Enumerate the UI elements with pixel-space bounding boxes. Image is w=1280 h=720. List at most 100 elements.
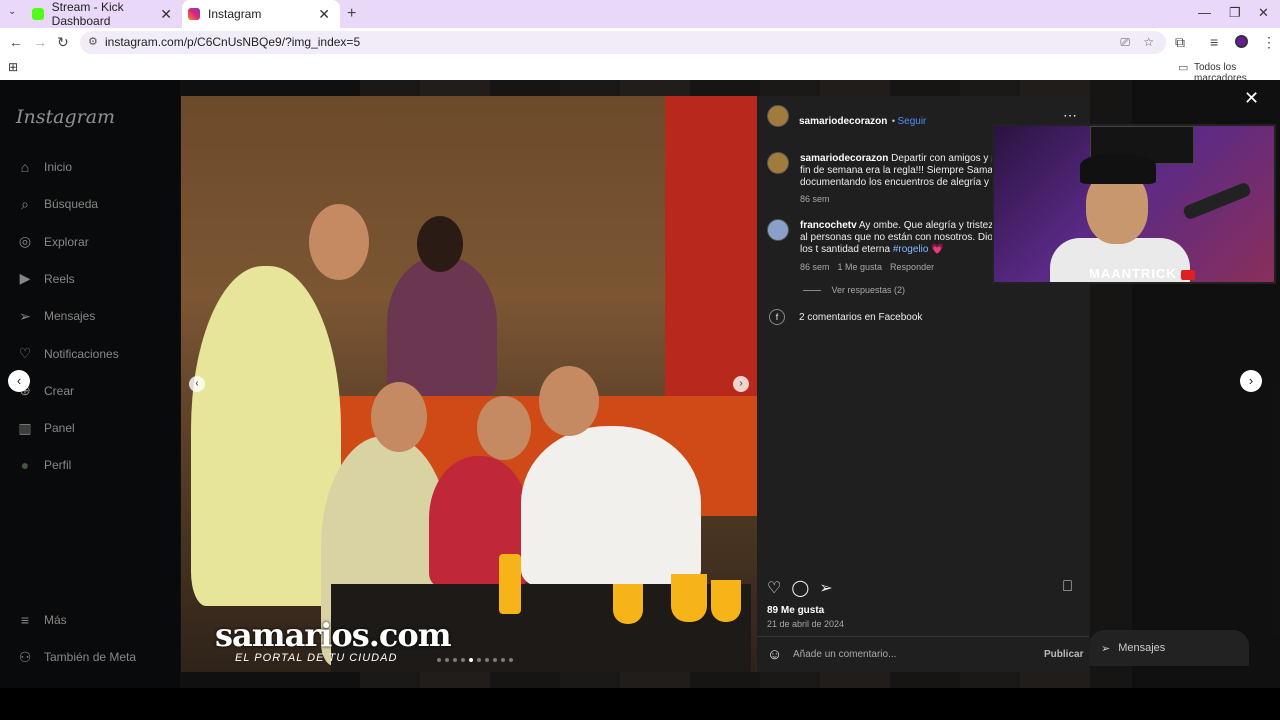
comment-likes[interactable]: 1 Me gusta: [838, 262, 883, 272]
restore-icon[interactable]: ❐: [1229, 5, 1241, 21]
more-options-icon[interactable]: ⋯: [1063, 107, 1077, 124]
bottom-black-strip: [0, 688, 1280, 720]
caption-author-avatar[interactable]: [767, 152, 789, 174]
youtube-icon: [1180, 269, 1195, 280]
juice-glass-shape: [613, 584, 643, 624]
carousel-dot: [461, 658, 465, 662]
send-icon: ➢: [1101, 642, 1111, 655]
share-send-icon[interactable]: ➢: [819, 578, 832, 598]
person-head-shape: [477, 396, 531, 460]
streamer-name: MAANTRICK: [1089, 266, 1195, 281]
commenter-avatar[interactable]: [767, 219, 789, 241]
new-tab-plus-icon[interactable]: +: [347, 5, 356, 23]
bookmark-star-icon[interactable]: ☆: [1143, 31, 1154, 54]
reply-button[interactable]: Responder: [890, 262, 934, 272]
streamer-cap-shape: [1080, 154, 1156, 184]
close-tab-icon[interactable]: ✕: [160, 6, 172, 23]
person-head-shape: [309, 204, 369, 280]
carousel-dot: [453, 658, 457, 662]
kick-favicon-icon: [32, 8, 44, 20]
apps-grid-icon[interactable]: ⊞: [8, 60, 18, 74]
photo-prev-arrow-icon[interactable]: ‹: [189, 376, 205, 392]
juice-glass-shape: [499, 554, 521, 614]
publish-button[interactable]: Publicar: [1044, 649, 1083, 660]
folder-icon: ▭: [1178, 62, 1189, 74]
address-bar-row: ← → ↻ ⚙ instagram.com/p/C6CnUsNBQe9/?img…: [0, 28, 1280, 56]
tab-kick-dashboard[interactable]: Stream - Kick Dashboard ✕: [26, 0, 182, 28]
tab-list-chevron-icon[interactable]: ⌄: [8, 6, 16, 17]
facebook-comments-link[interactable]: 2 comentarios en Facebook: [799, 312, 922, 324]
carousel-dot: [469, 658, 473, 662]
facebook-icon: f: [769, 309, 785, 325]
person-shape: [387, 256, 497, 396]
likes-count[interactable]: 89 Me gusta: [767, 605, 824, 616]
watermark-subtext: EL PORTAL DE TU CIUDAD: [235, 652, 398, 664]
carousel-dot: [485, 658, 489, 662]
streamer-webcam-overlay: MAANTRICK: [992, 124, 1276, 284]
url-input[interactable]: ⚙ instagram.com/p/C6CnUsNBQe9/?img_index…: [80, 31, 1166, 54]
url-text: instagram.com/p/C6CnUsNBQe9/?img_index=5: [105, 35, 361, 49]
messages-dock[interactable]: ➢ Mensajes: [1089, 630, 1249, 666]
carousel-dot: [477, 658, 481, 662]
tab-label: Instagram: [208, 7, 262, 21]
next-post-arrow-icon[interactable]: ›: [1240, 370, 1262, 392]
watermark-text: samarios.com: [215, 616, 452, 654]
like-heart-icon[interactable]: ♡: [767, 578, 781, 598]
reload-icon[interactable]: ↻: [57, 34, 69, 51]
bookmarks-bar: ⊞ ▭ Todos los marcadores: [0, 56, 1280, 84]
carousel-dot: [493, 658, 497, 662]
comment-input[interactable]: Añade un comentario...: [793, 649, 896, 660]
install-app-icon[interactable]: ⎚: [1120, 31, 1130, 54]
post-date: 21 de abril de 2024: [767, 619, 845, 629]
close-window-icon[interactable]: ✕: [1258, 5, 1269, 21]
author-username[interactable]: samariodecorazon: [799, 116, 887, 127]
comment-meta: 86 sem 1 Me gusta Responder: [800, 262, 934, 272]
post-actions: ♡ ◯ ➢: [767, 578, 833, 598]
extensions-icon[interactable]: ⧉: [1175, 34, 1185, 51]
caption-author[interactable]: samariodecorazon: [800, 153, 888, 164]
view-replies-label: Ver respuestas (2): [831, 285, 906, 295]
carousel-dot: [437, 658, 441, 662]
post-header: samariodecorazon • Seguir: [799, 111, 926, 129]
site-info-icon[interactable]: ⚙: [88, 31, 98, 54]
messages-label: Mensajes: [1118, 642, 1166, 654]
comment-author[interactable]: francochetv: [800, 220, 857, 231]
browser-menu-icon[interactable]: ⋮: [1262, 34, 1276, 51]
comment: francochetv Ay ombe. Que alegría y trist…: [800, 220, 1000, 256]
close-tab-icon[interactable]: ✕: [318, 6, 330, 23]
instagram-favicon-icon: [188, 8, 200, 20]
comment-time: 86 sem: [800, 262, 830, 272]
media-controls-icon[interactable]: ≡: [1210, 34, 1218, 50]
carousel-indicator: [437, 658, 513, 662]
forward-icon[interactable]: →: [33, 34, 47, 50]
caption-time: 86 sem: [800, 194, 830, 204]
profile-avatar-icon[interactable]: [1235, 35, 1248, 48]
person-head-shape: [371, 382, 427, 452]
view-replies-button[interactable]: Ver respuestas (2): [803, 285, 905, 295]
person-head-shape: [539, 366, 599, 436]
tab-instagram[interactable]: Instagram ✕: [182, 0, 340, 28]
add-comment-bar: ☺ Añade un comentario... Publicar: [757, 636, 1089, 672]
follow-button[interactable]: Seguir: [897, 116, 926, 127]
post-photo[interactable]: samarios.com EL PORTAL DE TU CIUDAD ‹ ›: [181, 96, 757, 672]
photo-next-arrow-icon[interactable]: ›: [733, 376, 749, 392]
minimize-icon[interactable]: —: [1198, 5, 1211, 20]
prev-post-arrow-icon[interactable]: ‹: [8, 370, 30, 392]
emoji-smile-icon[interactable]: ☺: [767, 646, 782, 663]
comment-hashtag[interactable]: #rogelio: [893, 244, 929, 255]
person-shape: [191, 266, 341, 606]
comment-bubble-icon[interactable]: ◯: [791, 578, 809, 598]
author-avatar[interactable]: [767, 105, 789, 127]
person-head-shape: [417, 216, 463, 272]
back-icon[interactable]: ←: [9, 34, 23, 50]
divider-line: [803, 290, 821, 292]
microphone-shape: [1181, 181, 1253, 221]
close-modal-icon[interactable]: ✕: [1244, 88, 1259, 109]
juice-glass-shape: [711, 580, 741, 622]
save-bookmark-icon[interactable]: ⎕: [1063, 578, 1072, 595]
carousel-dot: [445, 658, 449, 662]
carousel-dot: [509, 658, 513, 662]
juice-glass-shape: [671, 574, 707, 622]
person-shape: [521, 426, 701, 586]
streamer-name-text: MAANTRICK: [1089, 266, 1177, 281]
